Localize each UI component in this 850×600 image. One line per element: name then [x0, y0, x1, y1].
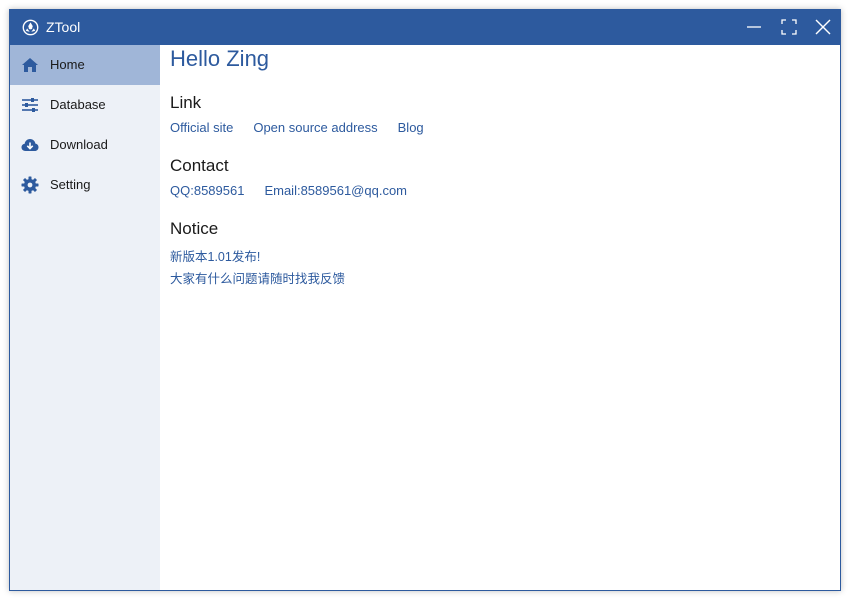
app-title: ZTool	[46, 19, 81, 35]
sidebar-item-database[interactable]: Database	[10, 85, 160, 125]
cloud-download-icon	[21, 139, 39, 151]
sidebar-item-setting[interactable]: Setting	[10, 165, 160, 205]
home-icon	[22, 58, 38, 72]
app-window: ZTool Home Database Download Setting Hel…	[9, 9, 841, 591]
email-contact-link[interactable]: Email:8589561@qq.com	[264, 183, 407, 198]
ztool-logo-icon	[22, 19, 39, 36]
sidebar-item-label: Download	[50, 137, 108, 152]
contact-section-title: Contact	[170, 156, 229, 175]
qq-contact-link[interactable]: QQ:8589561	[170, 183, 244, 198]
greeting-heading: Hello Zing	[170, 46, 270, 71]
sidebar-nav: Home Database Download Setting	[10, 45, 160, 590]
close-icon[interactable]	[814, 18, 832, 36]
sidebar-item-label: Setting	[50, 177, 91, 192]
notice-item[interactable]: 大家有什么问题请随时找我反馈	[170, 268, 345, 287]
contact-row: QQ:8589561 Email:8589561@qq.com	[170, 183, 427, 198]
home-content: Hello Zing Link Official site Open source…	[170, 45, 830, 590]
sidebar-item-label: Database	[50, 97, 106, 112]
link-section-title: Link	[170, 93, 202, 112]
sidebar-item-label: Home	[50, 57, 85, 72]
official-site-link[interactable]: Official site	[170, 120, 233, 135]
sidebar-item-home[interactable]: Home	[10, 45, 160, 85]
minimize-icon[interactable]	[745, 18, 763, 36]
sidebar-item-download[interactable]: Download	[10, 125, 160, 165]
maximize-icon[interactable]	[780, 18, 798, 36]
title-bar[interactable]: ZTool	[10, 10, 840, 45]
gear-icon	[21, 176, 39, 194]
notice-section-title: Notice	[170, 219, 219, 238]
sliders-icon	[22, 98, 38, 112]
link-row: Official site Open source address Blog	[170, 120, 444, 135]
blog-link[interactable]: Blog	[398, 120, 424, 135]
open-source-address-link[interactable]: Open source address	[253, 120, 377, 135]
notice-item[interactable]: 新版本1.01发布!	[170, 246, 260, 265]
